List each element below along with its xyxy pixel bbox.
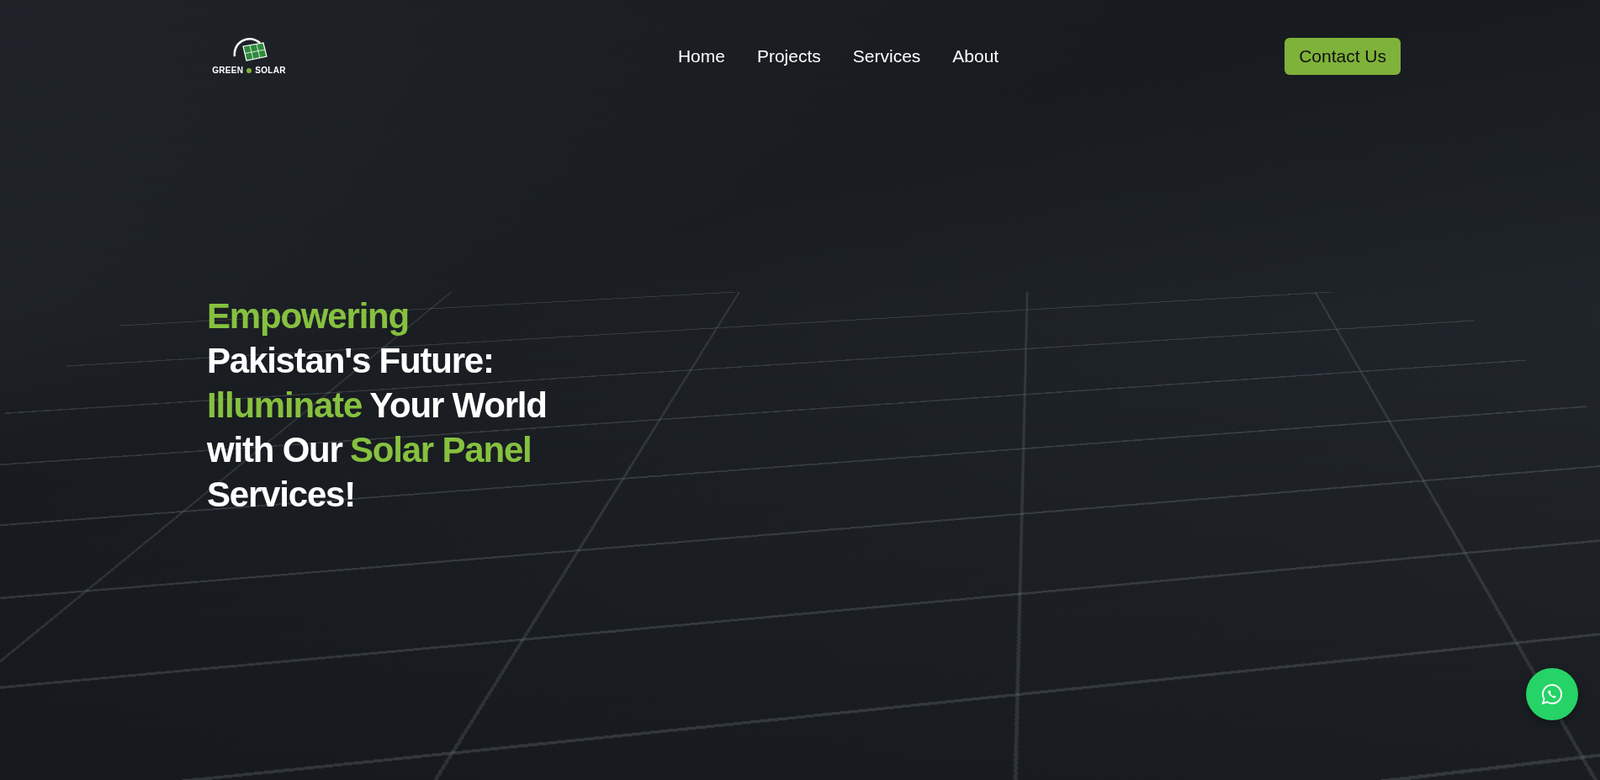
logo-dot-icon: [246, 68, 252, 74]
heading-line: with OurSolar Panel: [206, 427, 1401, 472]
heading-segment: Solar Panel: [349, 427, 532, 472]
navbar: GREEN SOLAR Home Projects Services About Co…: [206, 33, 1401, 80]
heading-line: IlluminateYour World: [206, 382, 1401, 428]
nav-link[interactable]: Services: [852, 39, 922, 74]
nav-link[interactable]: About: [952, 39, 999, 74]
heading-segment: Empowering: [206, 293, 409, 339]
hero: GREEN SOLAR Home Projects Services About Co…: [0, 0, 1600, 780]
solar-panel-icon: [229, 37, 269, 64]
nav-link[interactable]: Home: [678, 39, 726, 74]
nav-link[interactable]: Projects: [757, 39, 822, 74]
heading-line: Services!: [206, 471, 1401, 517]
contact-button[interactable]: Contact Us: [1284, 37, 1401, 75]
heading-segment: Pakistan's Future:: [206, 338, 494, 383]
heading-segment: Services!: [206, 471, 355, 517]
whatsapp-button[interactable]: [1525, 667, 1579, 721]
nav-links: Home Projects Services About: [678, 39, 999, 74]
heading-line: Empowering: [206, 293, 1401, 339]
heading-line: Pakistan's Future:: [206, 338, 1401, 383]
whatsapp-icon: [1540, 682, 1564, 706]
heading-segment: Illuminate: [206, 382, 362, 428]
heading-segment: with Our: [206, 427, 343, 472]
heading-segment: Your World: [369, 382, 546, 428]
hero-heading: EmpoweringPakistan's Future:IlluminateYo…: [206, 293, 1401, 517]
logo[interactable]: GREEN SOLAR: [206, 37, 292, 75]
